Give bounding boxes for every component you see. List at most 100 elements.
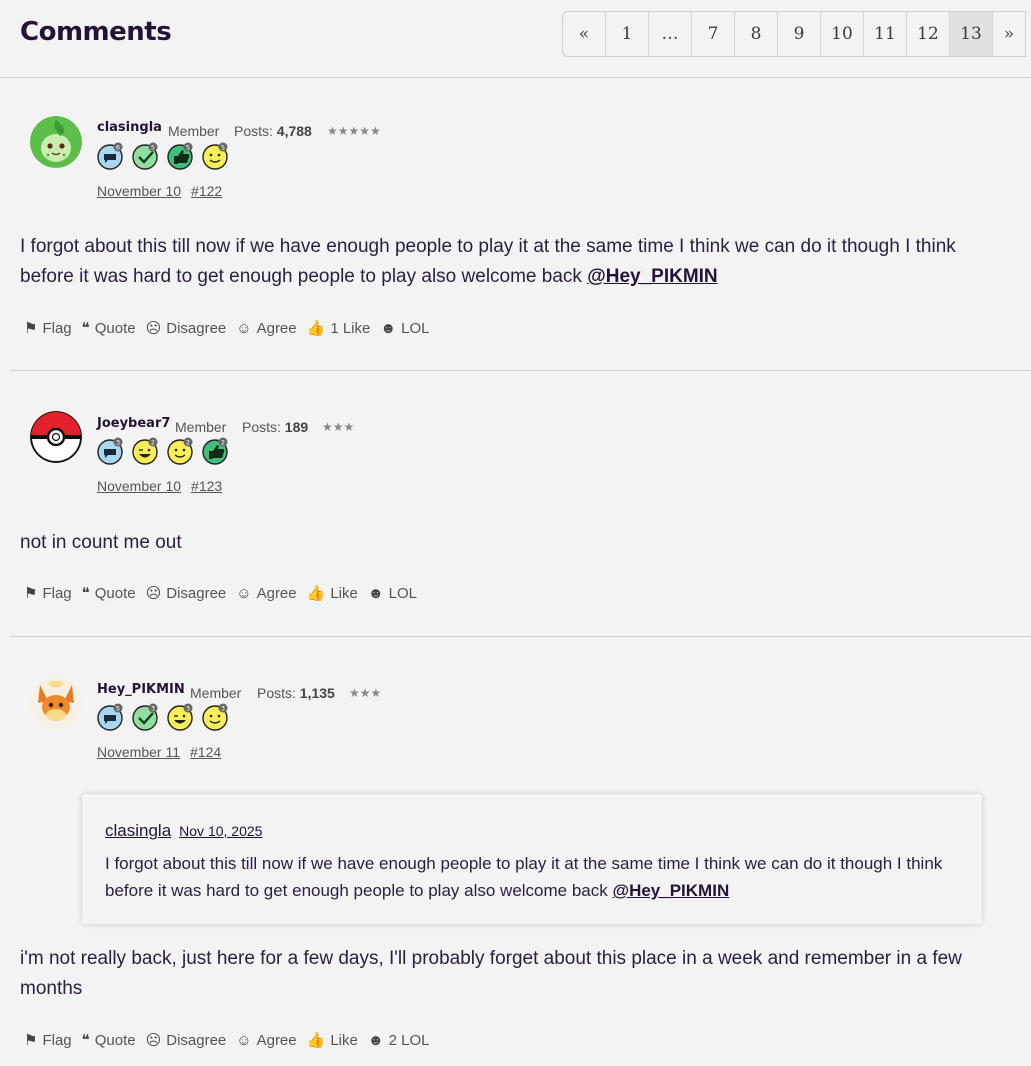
smile-icon: ☺ xyxy=(236,319,252,337)
avatar[interactable] xyxy=(30,116,82,168)
quote-text: I forgot about this till now if we have … xyxy=(105,854,943,900)
quote-button[interactable]: ❝ Quote xyxy=(81,319,136,338)
comment-meta: November 10 #123 xyxy=(97,478,232,494)
quote-header: clasingla Nov 10, 2025 xyxy=(105,821,262,841)
wink-badge-icon[interactable]: 3 xyxy=(167,703,195,731)
comment-body: I forgot about this till now if we have … xyxy=(20,236,956,287)
badge-row: 3 2 2 2 xyxy=(97,437,230,465)
comment-badge-icon[interactable]: 6 xyxy=(97,142,125,170)
quote-button[interactable]: ❝ Quote xyxy=(82,1031,136,1050)
page-12-button[interactable]: 12 xyxy=(907,12,950,56)
lol-button[interactable]: ☻ LOL xyxy=(368,585,417,602)
page-8-button[interactable]: 8 xyxy=(735,12,778,56)
check-badge-icon[interactable]: 5 xyxy=(132,142,160,170)
reaction-bar: ⚑ Flag ❝ Quote ☹ Disagree ☺ Agree 👍 1 Like ☻ L… xyxy=(24,319,430,338)
comment-date-link[interactable]: November 11 xyxy=(97,744,180,760)
thumbs-up-badge-icon[interactable]: 5 xyxy=(167,142,195,170)
pagination: « 1 … 7 8 9 10 11 12 13 » xyxy=(562,11,1026,57)
agree-button[interactable]: ☺ Agree xyxy=(236,320,296,337)
thumbs-up-icon: 👍 xyxy=(306,320,326,337)
laugh-icon: ☻ xyxy=(380,319,397,337)
flag-button[interactable]: ⚑ Flag xyxy=(24,584,72,603)
agree-button[interactable]: ☺ Agree xyxy=(236,1032,296,1049)
rank-stars: ★★★ xyxy=(322,420,355,434)
quote-date-link[interactable]: Nov 10, 2025 xyxy=(179,823,262,839)
comments-header: Comments « 1 … 7 8 9 10 11 12 13 » xyxy=(0,0,1031,78)
page-13-button[interactable]: 13 xyxy=(950,12,993,56)
rank-stars: ★★★ xyxy=(349,686,382,700)
page-next-button[interactable]: » xyxy=(993,12,1025,56)
page-prev-button[interactable]: « xyxy=(563,12,606,56)
thumbs-up-icon: 👍 xyxy=(306,1032,326,1049)
user-role: Member xyxy=(168,123,220,139)
smile-badge-icon[interactable]: 2 xyxy=(167,437,195,465)
svg-text:6: 6 xyxy=(116,144,120,152)
svg-text:5: 5 xyxy=(186,144,190,152)
comment-number-link[interactable]: #124 xyxy=(190,744,221,760)
comment-badge-icon[interactable]: 3 xyxy=(97,437,125,465)
lol-button[interactable]: ☻ 2 LOL xyxy=(368,1032,430,1049)
post-count: Posts: 189 xyxy=(242,419,309,435)
agree-button[interactable]: ☺ Agree xyxy=(236,585,296,602)
check-badge-icon[interactable]: 3 xyxy=(132,703,160,731)
svg-text:5: 5 xyxy=(116,705,120,713)
quoted-comment: clasingla Nov 10, 2025 I forgot about thi… xyxy=(82,794,982,924)
flag-button[interactable]: ⚑ Flag xyxy=(24,319,72,338)
frown-icon: ☹ xyxy=(145,320,162,337)
avatar[interactable] xyxy=(30,411,82,463)
username[interactable]: Hey_PIKMIN xyxy=(97,682,185,697)
page-1-button[interactable]: 1 xyxy=(606,12,649,56)
comment-number-link[interactable]: #123 xyxy=(191,478,222,494)
badge-row: 6 5 5 5 xyxy=(97,142,230,170)
avatar[interactable] xyxy=(30,677,82,729)
quote-button[interactable]: ❝ Quote xyxy=(82,584,136,603)
comment-body: i'm not really back, just here for a few… xyxy=(20,948,962,999)
like-button[interactable]: 👍 Like xyxy=(306,1031,358,1050)
post-count: Posts: 1,135 xyxy=(257,685,335,701)
quote-icon: ❝ xyxy=(81,320,90,337)
flag-icon: ⚑ xyxy=(24,585,38,602)
svg-text:3: 3 xyxy=(186,705,190,713)
smile-icon: ☺ xyxy=(236,584,252,602)
laugh-icon: ☻ xyxy=(367,584,384,602)
svg-text:3: 3 xyxy=(221,705,225,713)
flag-button[interactable]: ⚑ Flag xyxy=(24,1031,72,1050)
lol-button[interactable]: ☻ LOL xyxy=(380,320,429,337)
post-count: Posts: 4,788 xyxy=(234,123,312,139)
page-7-button[interactable]: 7 xyxy=(692,12,735,56)
flag-icon: ⚑ xyxy=(24,320,38,337)
svg-text:5: 5 xyxy=(151,144,155,152)
disagree-button[interactable]: ☹ Disagree xyxy=(146,1031,227,1050)
wink-badge-icon[interactable]: 2 xyxy=(132,437,160,465)
page-11-button[interactable]: 11 xyxy=(864,12,907,56)
post-count-value: 1,135 xyxy=(299,685,335,701)
post-count-value: 4,788 xyxy=(276,123,312,139)
disagree-button[interactable]: ☹ Disagree xyxy=(145,319,227,338)
username[interactable]: Joeybear7 xyxy=(97,416,170,431)
flag-icon: ⚑ xyxy=(24,1032,38,1049)
smile-badge-icon[interactable]: 5 xyxy=(202,142,230,170)
quote-author-link[interactable]: clasingla xyxy=(105,821,171,840)
post-count-value: 189 xyxy=(284,419,309,435)
page-10-button[interactable]: 10 xyxy=(821,12,864,56)
smile-badge-icon[interactable]: 3 xyxy=(202,703,230,731)
svg-text:5: 5 xyxy=(221,144,225,152)
username[interactable]: clasingla xyxy=(97,120,162,135)
disagree-button[interactable]: ☹ Disagree xyxy=(145,584,227,603)
comment-number-link[interactable]: #122 xyxy=(191,183,222,199)
mention-link[interactable]: @Hey_PIKMIN xyxy=(613,881,730,900)
comment-badge-icon[interactable]: 5 xyxy=(97,703,125,731)
svg-text:3: 3 xyxy=(116,439,120,447)
like-button[interactable]: 👍 1 Like xyxy=(306,319,371,338)
comment-date-link[interactable]: November 10 xyxy=(97,183,181,199)
user-role: Member xyxy=(190,685,242,701)
mention-link[interactable]: @Hey_PIKMIN xyxy=(587,266,717,287)
page-ellipsis-button[interactable]: … xyxy=(649,12,692,56)
like-button[interactable]: 👍 Like xyxy=(307,584,358,603)
svg-text:2: 2 xyxy=(151,439,155,447)
comment: clasingla Member Posts: 4,788 ★★★★★ 6 5 … xyxy=(10,78,1031,370)
comment-date-link[interactable]: November 10 xyxy=(97,478,181,494)
page-9-button[interactable]: 9 xyxy=(778,12,821,56)
thumbs-up-badge-icon[interactable]: 2 xyxy=(202,437,230,465)
frown-icon: ☹ xyxy=(145,585,162,602)
